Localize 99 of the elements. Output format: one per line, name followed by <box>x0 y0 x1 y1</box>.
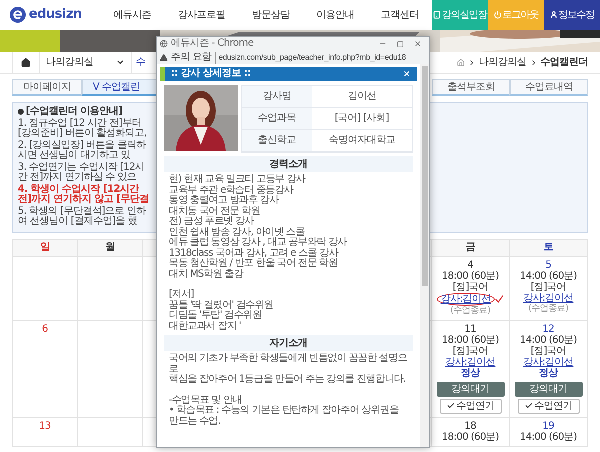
window-title: 에듀시즌 - Chrome <box>171 38 254 50</box>
maximize-icon[interactable] <box>397 40 404 48</box>
profile-value: [국어] [사회] <box>334 112 390 126</box>
profile-label: 출신학교 <box>258 134 296 148</box>
date-number: 6 <box>42 324 48 334</box>
caret-icon <box>116 58 125 67</box>
url-text: edusizn.com/sub_page/teacher_info.php?mb_id=edu18 <box>214 52 406 64</box>
tab[interactable]: 수업료내역 <box>510 79 588 96</box>
chevron-icon <box>468 58 476 66</box>
text-line: 국어의 기초가 부족한 학생들에게 빈틈없이 꼼꼼한 설명으로 <box>169 354 408 374</box>
lesson-status: 정상 <box>461 368 480 378</box>
text-line: 디딤돌 '투탑' 검수위원 <box>169 311 263 322</box>
home-icon[interactable] <box>21 58 31 68</box>
teacher-link[interactable]: 강사:김이선 <box>445 356 496 368</box>
text-line: [저서] <box>169 290 196 300</box>
user-icon <box>550 11 558 19</box>
logo-icon <box>10 7 26 23</box>
date-number: 12 <box>542 324 554 334</box>
breadcrumb-link[interactable]: 수업캘린더 <box>540 55 588 70</box>
teacher-link[interactable]: 강사:김이선 <box>523 356 574 368</box>
weekday-header: 월 <box>105 241 115 255</box>
text-line: 인천 쉽새 방송 강사, 아이넷 스쿨 <box>169 228 306 238</box>
date-number: 19 <box>542 420 554 432</box>
lesson-time: 14:00 (60분) <box>520 432 578 442</box>
standby-button[interactable]: 강의대기 <box>514 382 582 396</box>
lesson-time: 18:00 (60분) <box>442 270 500 282</box>
text-line: 꿈틀 '딱 걸렸어' 검수위원 <box>169 300 275 310</box>
section-dropdown[interactable]: 나의강의실 <box>40 52 132 73</box>
profile-label: 수업과목 <box>258 112 296 126</box>
text-line: 대치 MS학원 출강 <box>169 270 245 280</box>
nav-link[interactable]: 방문상담 <box>252 8 290 22</box>
text-line: 대치동 국어 전문 학원 <box>169 206 262 216</box>
weekday-header: 금 <box>466 241 476 255</box>
lesson-subject: [정]국어 <box>452 282 488 292</box>
notice-line: 1. 정규수업 [12 시간 전]부터 [강의준비] 버튼이 활성화되고, <box>18 118 148 140</box>
nav-link[interactable]: 강사프로필 <box>178 8 226 22</box>
date-number: 11 <box>464 324 476 334</box>
date-number: 18 <box>464 420 476 432</box>
postpone-button[interactable]: 수업연기 <box>518 398 580 414</box>
text-line: -수업목표 및 안내 <box>169 396 243 406</box>
section-title: 경력소개 <box>270 158 308 172</box>
text-line: 전) 금성 푸르넷 강사 <box>169 217 254 228</box>
text-line: 에듀 클럽 동영상 강사 , 대교 공부와락 강사 <box>169 238 348 248</box>
close-icon[interactable] <box>414 40 422 48</box>
text-line: • 학습목표 : 수능의 기본은 탄탄하게 잡아주어 상위권을 만드는 수업. <box>169 406 400 427</box>
notice-title: [수업캘린더 이용안내] <box>26 107 123 118</box>
check-icon <box>446 402 454 410</box>
lesson-subject: [정]국어 <box>530 346 566 356</box>
lesson-status: (수업종료) <box>450 306 491 316</box>
tab[interactable]: 출석부조회 <box>432 79 510 96</box>
popup-heading: :: 강사 상세정보 :: <box>171 68 251 80</box>
postpone-button[interactable]: 수업연기 <box>440 398 502 414</box>
teacher-link[interactable]: 강사:김이선 <box>440 294 492 304</box>
date-number: 13 <box>39 420 51 432</box>
weekday-header: 일 <box>40 241 50 255</box>
lesson-time: 18:00 (60분) <box>442 334 500 346</box>
warning-icon <box>160 54 168 62</box>
lesson-time: 18:00 (60분) <box>442 432 500 442</box>
security-warning: 주의 요함 <box>171 52 212 64</box>
text-line: 대한교과서 잡지 ' <box>169 322 242 332</box>
profile-value: 숙명여자대학교 <box>328 134 396 148</box>
header-action-button[interactable]: 정보수정 <box>544 0 600 30</box>
tab[interactable]: 마이페이지 <box>12 79 82 96</box>
lesson-status: 정상 <box>539 368 558 378</box>
text-line: 목동 청산학원 / 반포 한울 국어 전문 학원 <box>169 259 339 269</box>
section-title: 자기소개 <box>270 336 308 350</box>
date-number: 5 <box>546 260 552 270</box>
lesson-time: 14:00 (60분) <box>520 334 578 346</box>
lesson-status: (수업종료) <box>528 304 569 314</box>
power-icon <box>494 11 502 19</box>
subsection-label: 수 <box>136 56 146 70</box>
breadcrumb-link[interactable]: 나의강의실 <box>479 55 526 70</box>
notice-line: 4. 학생이 수업시작 [12시간 전]까지 연기하지 않고 [무단결 <box>18 184 150 206</box>
notice-line: 2. [강의실입장] 버튼을 클릭하시면 선생님이 대기하고 있 <box>18 140 148 162</box>
bullet-icon <box>18 109 24 116</box>
profile-value: 김이선 <box>348 90 376 104</box>
nav-link[interactable]: 고객센터 <box>380 8 419 22</box>
notice-line: 3. 수업연기는 수업시작 [12시간 전]까지 연기하실 수 있으 <box>18 162 146 184</box>
standby-button[interactable]: 강의대기 <box>436 382 504 396</box>
text-line: 핵심을 잡아주어 1등급을 만들어 주는 강의를 진행합니다. <box>169 375 407 386</box>
lesson-subject: [정]국어 <box>530 282 566 292</box>
logo-text: edusizn <box>29 6 82 24</box>
weekday-header: 토 <box>544 241 554 255</box>
lesson-subject: [정]국어 <box>452 346 488 356</box>
tablet-icon <box>433 11 441 19</box>
date-number: 4 <box>468 260 474 270</box>
teacher-link[interactable]: 강사:김이선 <box>523 292 574 304</box>
text-line: 통영 충렬여고 방과후 강사 <box>169 196 280 206</box>
nav-link[interactable]: 에듀시즌 <box>113 8 152 22</box>
text-line: 현) 현재 교육 밀크티 고등부 강사 <box>169 175 307 186</box>
profile-label: 강사명 <box>262 90 292 104</box>
nav-link[interactable]: 이용안내 <box>316 8 354 22</box>
check-icon <box>524 402 532 410</box>
lesson-time: 14:00 (60분) <box>520 270 578 282</box>
scrollbar[interactable] <box>420 64 429 447</box>
text-line: 교육부 주관 e학습터 중등강사 <box>169 186 295 196</box>
notice-line: 5. 학생의 [무단결석]으로 인하여 선생님이 [결제수업]을 했 <box>18 206 148 228</box>
globe-icon <box>160 40 168 48</box>
text-line: 1318class 국어과 강사, 고려 e 스쿨 강사 <box>169 248 340 258</box>
